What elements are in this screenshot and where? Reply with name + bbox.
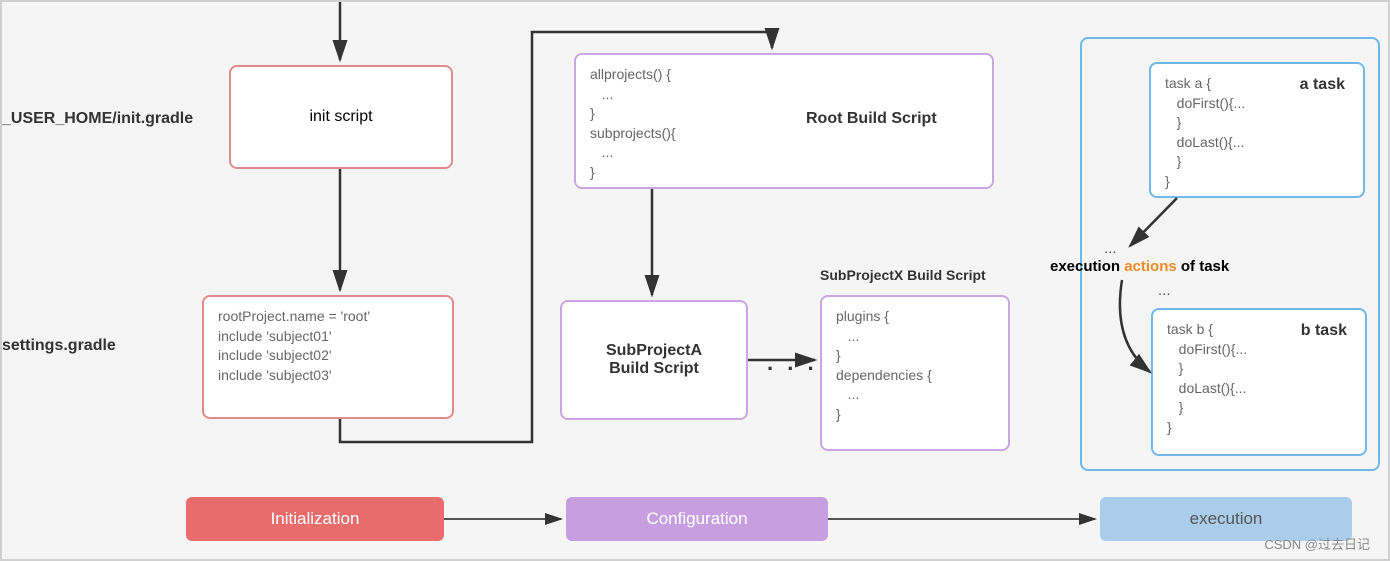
code-root-build: allprojects() { ... } subprojects(){ ...… <box>576 55 690 193</box>
text-exec-highlight: actions <box>1124 258 1177 275</box>
label-init-gradle: _USER_HOME/init.gradle <box>2 110 193 128</box>
text-exec-post: of task <box>1177 258 1230 275</box>
ellipsis-icon: . . . <box>767 350 818 376</box>
label-subproject-x: SubProjectX Build Script <box>820 267 986 283</box>
box-task-b: task b { doFirst(){... } doLast(){... } … <box>1151 308 1367 456</box>
text-exec-actions: execution actions of task <box>1050 258 1229 275</box>
text-init-script: init script <box>309 108 372 126</box>
box-subproject-x: plugins { ... } dependencies { ... } <box>820 295 1010 451</box>
label-settings-gradle: settings.gradle <box>2 337 116 355</box>
text-exec-dots-pre: ... <box>1104 240 1117 257</box>
label-task-b: b task <box>1301 322 1347 340</box>
code-task-b: task b { doFirst(){... } doLast(){... } … <box>1153 310 1261 448</box>
watermark: CSDN @过去日记 <box>1264 534 1370 553</box>
code-task-a: task a { doFirst(){... } doLast(){... } … <box>1151 64 1259 202</box>
phase-configuration: Configuration <box>566 497 828 541</box>
code-subproject-x: plugins { ... } dependencies { ... } <box>822 297 946 435</box>
code-settings: rootProject.name = 'root' include 'subje… <box>204 297 384 395</box>
label-root-build: Root Build Script <box>806 110 937 128</box>
label-subproject-a: SubProjectA Build Script <box>606 342 702 378</box>
box-settings: rootProject.name = 'root' include 'subje… <box>202 295 454 419</box>
phase-initialization: Initialization <box>186 497 444 541</box>
box-subproject-a: SubProjectA Build Script <box>560 300 748 420</box>
box-root-build: allprojects() { ... } subprojects(){ ...… <box>574 53 994 189</box>
box-init-script: init script <box>229 65 453 169</box>
text-exec-dots-post: ... <box>1158 282 1171 299</box>
box-task-a: task a { doFirst(){... } doLast(){... } … <box>1149 62 1365 198</box>
text-exec-pre: execution <box>1050 258 1124 275</box>
label-task-a: a task <box>1300 76 1345 94</box>
